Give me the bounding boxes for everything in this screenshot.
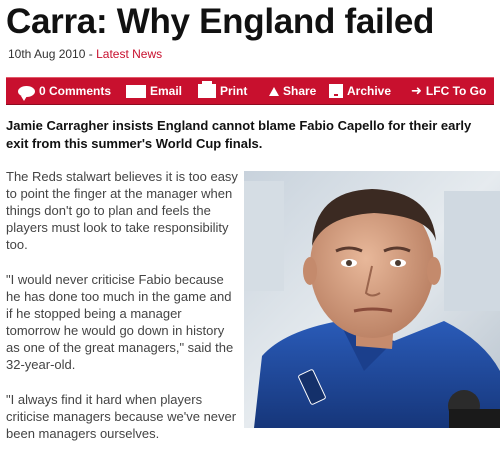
speech-bubble-icon — [18, 85, 35, 101]
section-link[interactable]: Latest News — [96, 47, 162, 61]
meta-separator: - — [88, 47, 93, 61]
archive-icon — [329, 84, 343, 98]
printer-icon — [198, 81, 216, 98]
archive-label: Archive — [347, 84, 392, 98]
envelope-icon — [126, 84, 146, 98]
body-paragraph: The Reds stalwart believes it is too eas… — [6, 169, 238, 252]
body-paragraph: "I would never criticise Fabio because h… — [6, 272, 234, 372]
lfc-to-go-button[interactable]: ➜ LFC To Go — [411, 83, 486, 99]
share-label: Share — [283, 84, 317, 98]
print-button[interactable]: Print — [198, 81, 248, 98]
article-lead: Jamie Carragher insists England cannot b… — [6, 118, 472, 151]
lfc-to-go-label: LFC To Go — [425, 84, 487, 98]
email-button[interactable]: Email — [126, 84, 182, 98]
body-paragraph: "I always find it hard when players crit… — [6, 392, 237, 441]
comments-button[interactable]: 0 Comments — [18, 84, 112, 101]
arrow-up-icon — [269, 86, 279, 96]
archive-button[interactable]: Archive — [329, 84, 391, 98]
print-label: Print — [220, 84, 248, 98]
share-button[interactable]: Share — [269, 84, 316, 98]
comments-label: 0 Comments — [39, 84, 112, 98]
article-meta: 10th Aug 2010 - Latest News — [8, 47, 162, 61]
article-photo — [244, 171, 500, 428]
article-date: 10th Aug 2010 — [8, 47, 86, 61]
article-body: The Reds stalwart believes it is too eas… — [6, 168, 238, 460]
email-label: Email — [150, 84, 183, 98]
article-toolbar: 0 Comments Email Print Share Archive ➜ L… — [6, 77, 494, 105]
article-headline: Carra: Why England failed — [6, 2, 435, 41]
arrow-right-icon: ➜ — [411, 83, 422, 98]
